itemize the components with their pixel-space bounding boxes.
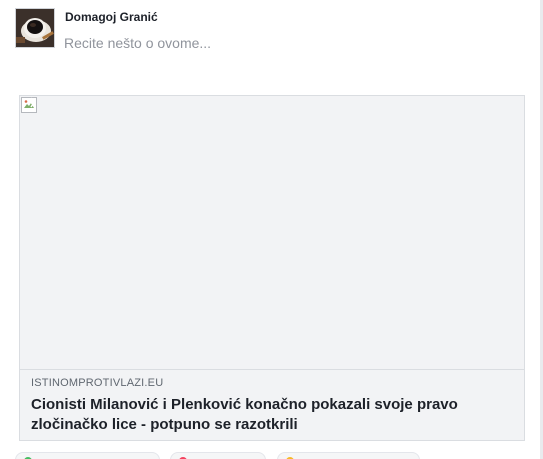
tag-friends-button[interactable] bbox=[170, 452, 266, 459]
composer-actions bbox=[15, 452, 535, 459]
author-name[interactable]: Domagoj Granić bbox=[65, 10, 158, 24]
feeling-activity-button[interactable] bbox=[277, 452, 420, 459]
photo-video-button[interactable] bbox=[15, 452, 160, 459]
avatar[interactable] bbox=[15, 8, 55, 48]
post-composer: Domagoj Granić Recite nešto o ovome... I… bbox=[0, 0, 543, 459]
link-title[interactable]: Cionisti Milanović i Plenković konačno p… bbox=[31, 395, 511, 435]
link-domain: ISTINOMPROTIVLAZI.EU bbox=[31, 377, 164, 389]
composer-header: Domagoj Granić Recite nešto o ovome... bbox=[15, 8, 515, 52]
coffee-cup-icon bbox=[16, 9, 54, 47]
link-preview-image[interactable] bbox=[20, 96, 524, 370]
post-text-input[interactable]: Recite nešto o ovome... bbox=[64, 35, 211, 51]
link-preview-card[interactable]: ISTINOMPROTIVLAZI.EU Cionisti Milanović … bbox=[19, 95, 525, 441]
broken-image-icon bbox=[21, 97, 37, 113]
